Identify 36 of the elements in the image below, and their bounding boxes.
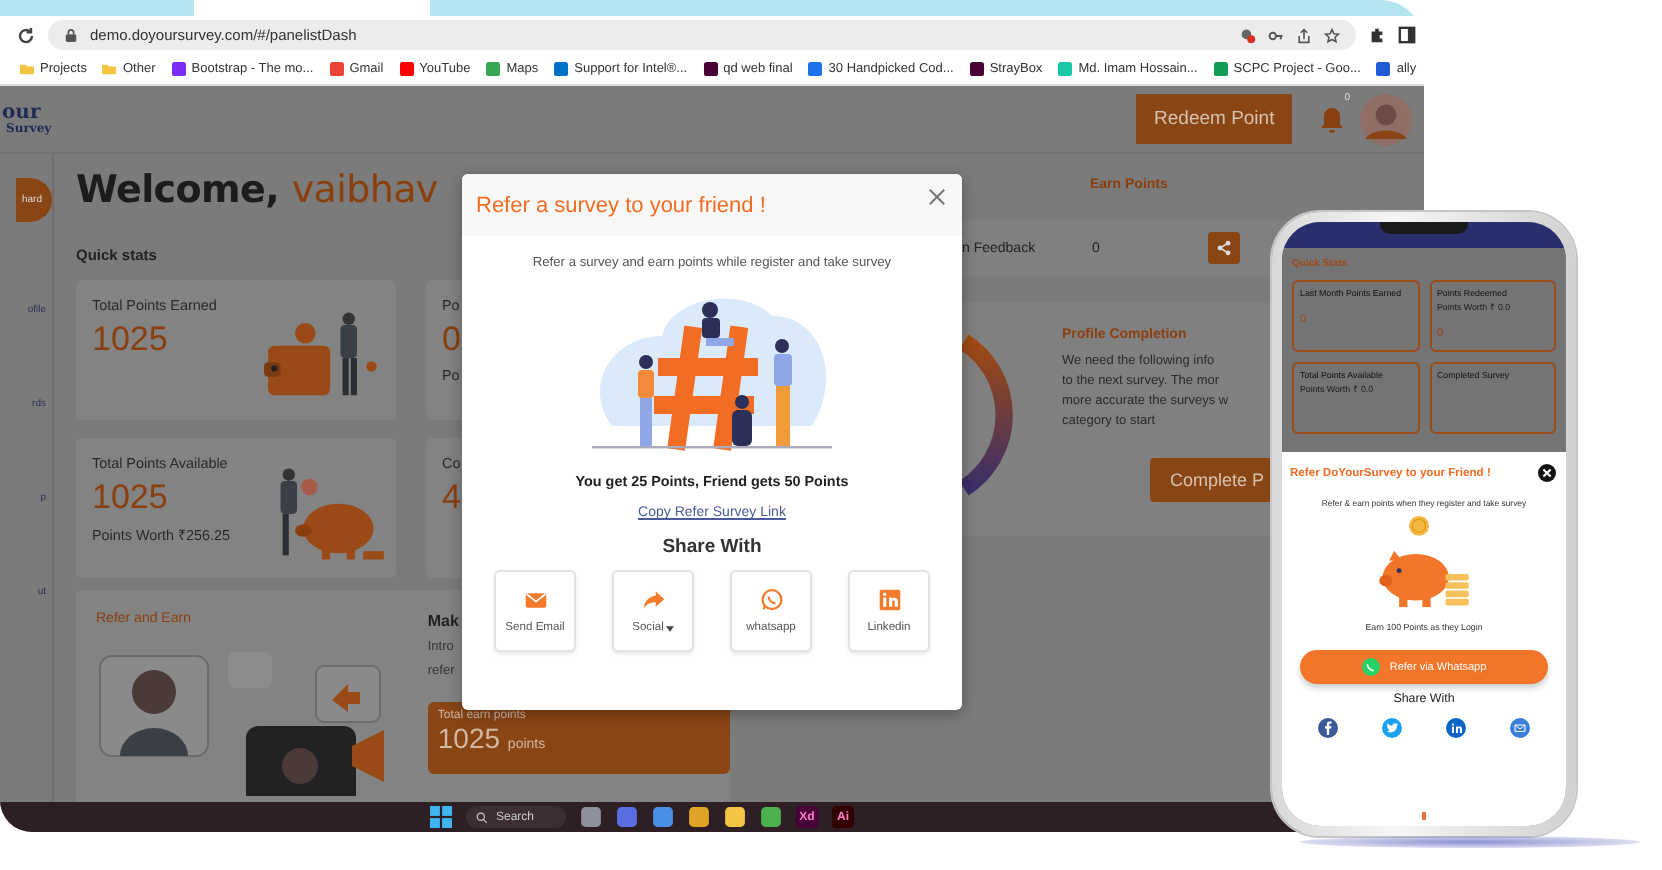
lock-icon — [64, 28, 78, 42]
share-button[interactable] — [1208, 232, 1240, 264]
share-arrow-icon — [641, 588, 665, 612]
taskbar-app-icon[interactable] — [724, 806, 747, 828]
stat-value: 4 — [442, 478, 461, 518]
bookmark-star-icon[interactable] — [1324, 27, 1340, 43]
whatsapp-icon — [1361, 658, 1380, 676]
taskbar-app-icon[interactable] — [688, 806, 711, 828]
side-panel-icon[interactable] — [1398, 26, 1416, 44]
taskbar-app-icon[interactable] — [760, 806, 783, 828]
linkedin-icon[interactable] — [1446, 718, 1466, 738]
close-icon[interactable] — [1538, 464, 1556, 482]
linkedin-icon — [877, 588, 901, 612]
taskbar-app-icon[interactable] — [652, 806, 675, 828]
whatsapp-icon — [759, 588, 783, 612]
reload-icon[interactable] — [16, 25, 36, 45]
key-icon[interactable] — [1268, 27, 1284, 43]
email-icon[interactable] — [1510, 718, 1530, 738]
stat-value: 1025 — [92, 320, 170, 360]
taskbar-app-icon[interactable] — [580, 806, 603, 828]
stat-value: 0 — [442, 320, 461, 360]
extensions-icon[interactable] — [1368, 26, 1386, 44]
share-icon[interactable] — [1296, 27, 1312, 43]
share-title: Share With — [662, 536, 762, 558]
stat-value: 1025 — [92, 478, 170, 518]
search-icon — [476, 811, 488, 823]
windows-start-icon[interactable] — [430, 806, 452, 828]
welcome-heading: Welcome, vaibhav — [76, 168, 438, 212]
facebook-icon[interactable] — [1318, 718, 1338, 738]
email-icon — [523, 588, 547, 612]
dialog-title: Refer a survey to your friend ! — [476, 193, 766, 217]
caret-icon — [665, 625, 674, 631]
twitter-icon[interactable] — [1382, 718, 1402, 738]
refer-heading: Mak — [427, 612, 459, 630]
share-icon — [1216, 240, 1232, 256]
redeem-point-button[interactable]: Redeem Point — [1136, 94, 1293, 144]
